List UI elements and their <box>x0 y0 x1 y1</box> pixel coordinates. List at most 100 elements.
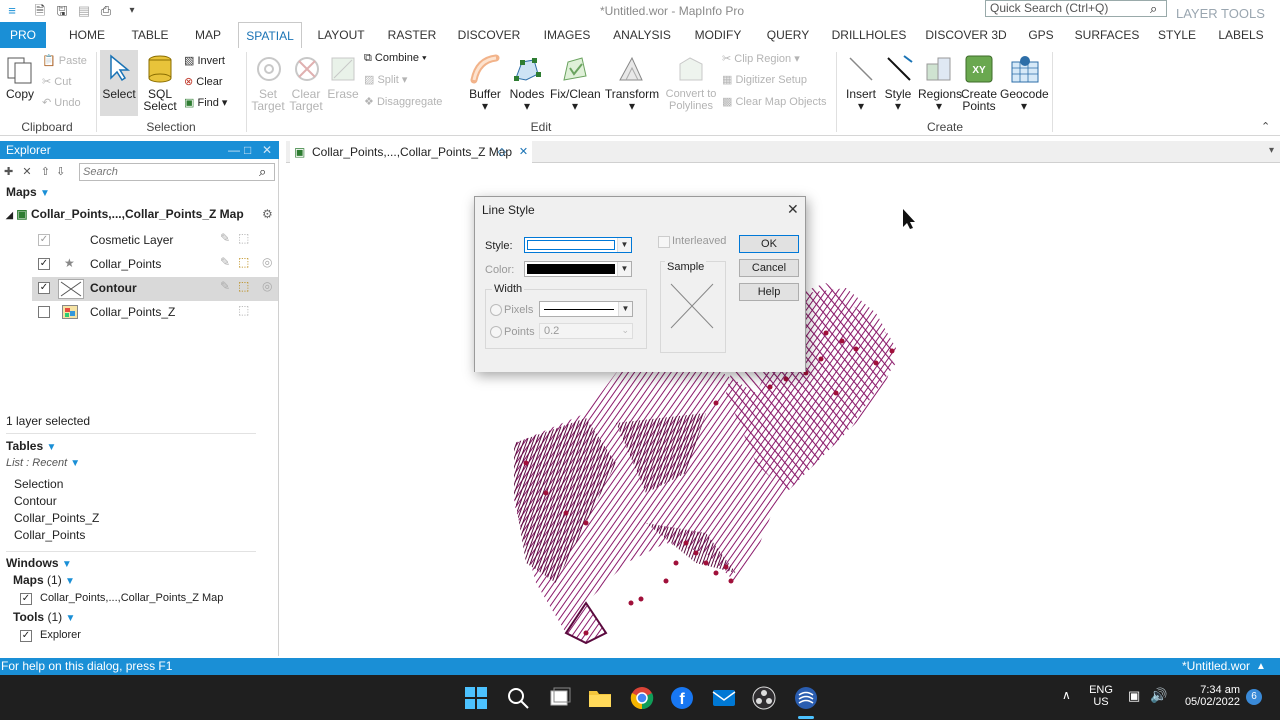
maximize-icon[interactable]: □ <box>244 141 251 159</box>
fix-clean-button[interactable]: Fix/Clean ▾ <box>550 88 601 112</box>
edit-pencil-icon[interactable]: ✎ <box>220 255 230 269</box>
tab-home[interactable]: HOME <box>62 22 112 48</box>
table-item[interactable]: Collar_Points_Z <box>14 511 99 525</box>
combine-button[interactable]: ⧉ Combine ▾ <box>364 52 427 65</box>
tab-drillholes[interactable]: DRILLHOLES <box>830 22 908 48</box>
layer-row-selected[interactable]: ✓ Contour ✎ ⬚ ◎ <box>32 277 278 301</box>
print-icon[interactable]: ⎙ <box>98 3 114 19</box>
select-button[interactable]: Select <box>100 50 138 116</box>
mapinfo-pro-icon[interactable] <box>794 686 818 710</box>
table-item[interactable]: Selection <box>14 477 63 491</box>
selectable-icon[interactable]: ⬚ <box>238 255 249 269</box>
edit-pencil-icon[interactable]: ✎ <box>220 279 230 293</box>
erase-button[interactable]: Erase <box>326 88 360 100</box>
geocode-button[interactable]: Geocode ▾ <box>1000 88 1049 112</box>
cancel-button[interactable]: Cancel <box>739 259 799 277</box>
tab-query[interactable]: QUERY <box>762 22 814 48</box>
tab-gps[interactable]: GPS <box>1024 22 1058 48</box>
digitizer-setup-button[interactable]: ▦ Digitizer Setup <box>722 73 807 86</box>
layer-control-icon[interactable]: ⚙ <box>262 207 273 221</box>
customize-toolbar-icon[interactable]: ▾ <box>124 3 140 19</box>
layer-visibility-checkbox[interactable]: ✓ <box>38 258 50 270</box>
collapse-icon[interactable]: ◢ <box>6 210 13 220</box>
interleaved-checkbox[interactable] <box>658 236 670 248</box>
tool-visibility-checkbox[interactable]: ✓ <box>20 630 32 642</box>
selectable-icon[interactable]: ⬚ <box>238 303 249 317</box>
set-target-button[interactable]: Set Target <box>248 88 288 112</box>
help-button[interactable]: Help <box>739 283 799 301</box>
move-up-icon[interactable]: ⇧ <box>41 166 50 178</box>
tab-discover-3d[interactable]: DISCOVER 3D <box>922 22 1010 48</box>
layer-row[interactable]: ✓ ★ Collar_Points ✎ ⬚ ◎ <box>32 253 278 277</box>
quick-search-input[interactable]: Quick Search (Ctrl+Q) <box>985 0 1167 17</box>
mail-icon[interactable] <box>712 686 736 710</box>
chrome-icon[interactable] <box>630 686 654 710</box>
points-radio[interactable] <box>490 326 502 338</box>
tab-table[interactable]: TABLE <box>126 22 174 48</box>
window-visibility-checkbox[interactable]: ✓ <box>20 593 32 605</box>
tab-style[interactable]: STYLE <box>1154 22 1200 48</box>
pixel-width-dropdown[interactable]: ▼ <box>539 301 633 317</box>
language-indicator[interactable]: ENG US <box>1088 684 1114 708</box>
facebook-icon[interactable]: f <box>670 686 694 710</box>
tab-images[interactable]: IMAGES <box>538 22 596 48</box>
nodes-button[interactable]: Nodes ▾ <box>506 88 548 112</box>
pixels-radio[interactable] <box>490 304 502 316</box>
layer-row[interactable]: ✓ Cosmetic Layer ✎ ⬚ <box>32 229 278 253</box>
table-item[interactable]: Collar_Points <box>14 528 85 542</box>
cut-button[interactable]: ✂ Cut <box>42 75 71 88</box>
task-view-icon[interactable] <box>548 686 572 710</box>
selectable-icon[interactable]: ⬚ <box>238 231 249 245</box>
notification-badge[interactable]: 6 <box>1246 689 1262 705</box>
move-down-icon[interactable]: ⇩ <box>56 166 65 178</box>
close-tab-icon[interactable]: ✕ <box>519 141 528 163</box>
obs-icon[interactable] <box>752 686 776 710</box>
close-icon[interactable]: ✕ <box>262 141 272 159</box>
layer-visibility-checkbox[interactable]: ✓ <box>38 234 50 246</box>
search-icon[interactable] <box>506 686 530 710</box>
list-mode-dropdown[interactable]: List : Recent ▼ <box>6 457 80 469</box>
network-icon[interactable]: ▣ <box>1128 688 1140 704</box>
windows-start-icon[interactable] <box>464 686 488 710</box>
clip-region-button[interactable]: ✂ Clip Region ▾ <box>722 52 800 65</box>
tables-section-header[interactable]: Tables ▼ <box>6 439 56 453</box>
explorer-search-input[interactable]: Search ⌕ <box>79 163 275 181</box>
selectable-icon[interactable]: ⬚ <box>238 279 249 293</box>
tool-window-item[interactable]: Explorer <box>40 629 81 641</box>
label-icon[interactable]: ◎ <box>262 279 272 293</box>
tab-layout[interactable]: LAYOUT <box>312 22 370 48</box>
chevron-up-icon[interactable]: ▲ <box>1256 658 1266 675</box>
maps-section-header[interactable]: Maps ▼ <box>6 185 50 199</box>
tab-pro[interactable]: PRO <box>0 22 46 48</box>
create-points-button[interactable]: Create Points <box>958 88 1000 112</box>
buffer-button[interactable]: Buffer ▾ <box>464 88 506 112</box>
remove-icon[interactable]: ✕ <box>22 166 31 178</box>
map-document-tab[interactable]: ▣ Collar_Points,...,Collar_Points_Z Map … <box>290 141 533 163</box>
sql-select-button[interactable]: SQL Select <box>140 88 180 112</box>
find-button[interactable]: ▣ Find ▾ <box>184 96 227 109</box>
edit-pencil-icon[interactable]: ✎ <box>220 231 230 245</box>
save-icon[interactable]: 🖫 <box>54 3 70 19</box>
dialog-close-icon[interactable]: ✕ <box>787 201 799 218</box>
undo-button[interactable]: ↶ Undo <box>42 96 81 109</box>
collapse-ribbon-icon[interactable]: ⌃ <box>1261 120 1270 133</box>
pin-diamond-icon[interactable]: ◇ <box>498 141 506 163</box>
tab-surfaces[interactable]: SURFACES <box>1072 22 1142 48</box>
table-item[interactable]: Contour <box>14 494 57 508</box>
tab-list-dropdown-icon[interactable]: ▾ <box>1269 145 1274 156</box>
chevron-up-icon[interactable]: ∧ <box>1062 688 1071 702</box>
layer-visibility-checkbox[interactable] <box>38 306 50 318</box>
workspace-name[interactable]: *Untitled.wor <box>1182 658 1250 675</box>
map-tree-node[interactable]: ◢ ▣ Collar_Points,...,Collar_Points_Z Ma… <box>6 207 244 221</box>
tab-modify[interactable]: MODIFY <box>688 22 748 48</box>
tab-discover[interactable]: DISCOVER <box>454 22 524 48</box>
map-window-item[interactable]: Collar_Points,...,Collar_Points_Z Map <box>40 592 223 604</box>
open-icon[interactable]: ▤ <box>76 3 92 19</box>
add-icon[interactable]: ✚ <box>4 166 13 178</box>
clear-target-button[interactable]: Clear Target <box>286 88 326 112</box>
split-button[interactable]: ▨ Split ▾ <box>364 73 407 86</box>
pin-icon[interactable]: — <box>228 141 240 159</box>
points-width-input[interactable]: 0.2 ⌄ <box>539 323 633 339</box>
label-icon[interactable]: ◎ <box>262 255 272 269</box>
tab-raster[interactable]: RASTER <box>384 22 440 48</box>
